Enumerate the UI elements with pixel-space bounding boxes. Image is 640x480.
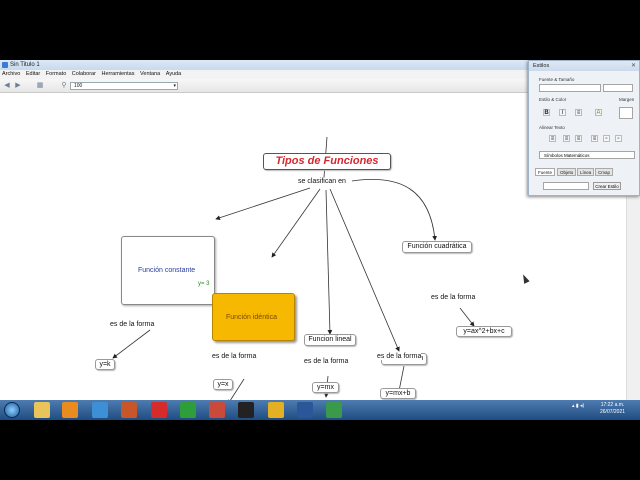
- simbolos-select[interactable]: Símbolos Matemáticos: [539, 151, 635, 159]
- screen: Sin Titulo 1 Archivo Editar Formato Cola…: [0, 0, 640, 480]
- zoom-select[interactable]: 100 ▾: [70, 82, 178, 90]
- concept-label-constante: Función constante: [138, 267, 196, 274]
- menu-ventana[interactable]: Ventana: [138, 70, 162, 79]
- underline-icon[interactable]: ≡: [575, 109, 582, 116]
- menu-bar: Archivo Editar Formato Colaborar Herrami…: [0, 70, 528, 79]
- menu-formato[interactable]: Formato: [44, 70, 68, 79]
- estilos-panel: Estilos ✕ Fuente & Tamaño Estilo & Color…: [528, 60, 640, 196]
- windows-taskbar: ▴ ▮ ◂) 17:22 a.m. 26/07/2021: [0, 400, 640, 420]
- media-player-icon[interactable]: [62, 402, 78, 418]
- font-color-icon[interactable]: A: [595, 109, 602, 116]
- back-arrow-icon[interactable]: ◀: [3, 82, 11, 90]
- menu-editar[interactable]: Editar: [24, 70, 42, 79]
- align-box-icon[interactable]: ▫: [603, 135, 610, 142]
- estilos-title[interactable]: Estilos: [529, 61, 639, 71]
- font-size-select[interactable]: [603, 84, 633, 92]
- screen-recorder-icon[interactable]: [238, 402, 254, 418]
- menu-herramientas[interactable]: Herramientas: [99, 70, 136, 79]
- concept-eq-x[interactable]: y=x: [213, 379, 233, 390]
- cmap-window: Sin Titulo 1 Archivo Editar Formato Cola…: [0, 60, 640, 420]
- paint-icon[interactable]: [209, 402, 225, 418]
- excel-icon[interactable]: [180, 402, 196, 418]
- start-button[interactable]: [4, 402, 20, 418]
- toolbar: ◀ ▶ ▦ ⚲ 100 ▾: [0, 79, 528, 93]
- tab-cmap[interactable]: Cmap: [595, 168, 614, 176]
- layout-icon[interactable]: ▦: [34, 82, 46, 90]
- italic-icon[interactable]: I: [559, 109, 566, 116]
- app-icon[interactable]: [121, 402, 137, 418]
- chevron-down-icon: ▾: [173, 83, 176, 89]
- word-icon[interactable]: [297, 402, 313, 418]
- zoom-icon: ⚲: [61, 82, 67, 89]
- menu-colaborar[interactable]: Colaborar: [70, 70, 98, 79]
- window-title: Sin Titulo 1: [10, 62, 40, 68]
- align-left-icon[interactable]: ≡: [549, 135, 556, 142]
- menu-ayuda[interactable]: Ayuda: [164, 70, 184, 79]
- link-label-forma-identica[interactable]: es de la forma: [212, 353, 257, 360]
- link-label-forma-lineal[interactable]: es de la forma: [304, 358, 349, 365]
- crear-estilo-button[interactable]: Crear Estilo: [593, 182, 621, 190]
- section-margen: Margen: [619, 97, 635, 102]
- style-name-input[interactable]: [543, 182, 589, 190]
- tab-objeto[interactable]: Objeto: [557, 168, 577, 176]
- concept-funcion-cuadratica[interactable]: Función cuadrática: [402, 241, 472, 253]
- close-icon[interactable]: ✕: [631, 62, 636, 69]
- concept-funcion-lineal[interactable]: Funcion lineal: [304, 334, 356, 346]
- cmap-app-icon: [2, 62, 8, 68]
- concept-eq-mxb[interactable]: y=mx+b: [380, 388, 416, 399]
- concept-eq-mx[interactable]: y=mx: [312, 382, 339, 393]
- link-label-clasifican[interactable]: se clasifican en: [298, 178, 346, 185]
- system-tray-icons[interactable]: ▴ ▮ ◂): [572, 403, 584, 409]
- link-label-forma-afin[interactable]: es de la forma: [377, 353, 422, 360]
- concept-funcion-constante[interactable]: Función constante y= 3: [121, 236, 215, 305]
- clock-time: 17:22 a.m.: [600, 402, 625, 408]
- forward-arrow-icon[interactable]: ▶: [14, 82, 22, 90]
- tab-linea[interactable]: Línea: [577, 168, 595, 176]
- cmap-task-icon[interactable]: [326, 402, 342, 418]
- chrome-icon[interactable]: [268, 402, 284, 418]
- section-alinear: Alinear Texto: [539, 125, 565, 130]
- align-center-icon[interactable]: ≡: [563, 135, 570, 142]
- align-justify-icon[interactable]: ≡: [591, 135, 598, 142]
- concept-eq-k[interactable]: y=k: [95, 359, 115, 370]
- internet-explorer-icon[interactable]: [92, 402, 108, 418]
- font-family-select[interactable]: [539, 84, 601, 92]
- margin-box[interactable]: [619, 107, 633, 119]
- simbolos-label: Símbolos Matemáticos: [544, 153, 590, 158]
- clock-date: 26/07/2021: [600, 409, 626, 415]
- concept-title[interactable]: Tipos de Funciones: [263, 153, 391, 170]
- taskbar-clock[interactable]: 17:22 a.m. 26/07/2021: [600, 402, 625, 416]
- menu-archivo[interactable]: Archivo: [0, 70, 22, 79]
- explorer-icon[interactable]: [34, 402, 50, 418]
- tab-fuente[interactable]: Fuente: [535, 168, 556, 176]
- section-fuente: Fuente & Tamaño: [539, 77, 575, 82]
- concept-funcion-identica[interactable]: Función idéntica: [212, 293, 295, 341]
- constante-equation: y= 3: [198, 281, 210, 287]
- align-right-icon[interactable]: ≡: [575, 135, 582, 142]
- section-estilo: Estilo & Color: [539, 97, 567, 102]
- concept-eq-cuadratica[interactable]: y=ax^2+bx+c: [456, 326, 512, 337]
- bold-icon[interactable]: B: [543, 109, 550, 116]
- link-label-forma-constante[interactable]: es de la forma: [110, 321, 155, 328]
- zoom-value: 100: [74, 83, 83, 89]
- link-label-forma-cuadratica[interactable]: es de la forma: [431, 294, 476, 301]
- concept-label-identica: Función idéntica: [226, 314, 277, 321]
- align-box2-icon[interactable]: ▫: [615, 135, 622, 142]
- opera-icon[interactable]: [151, 402, 167, 418]
